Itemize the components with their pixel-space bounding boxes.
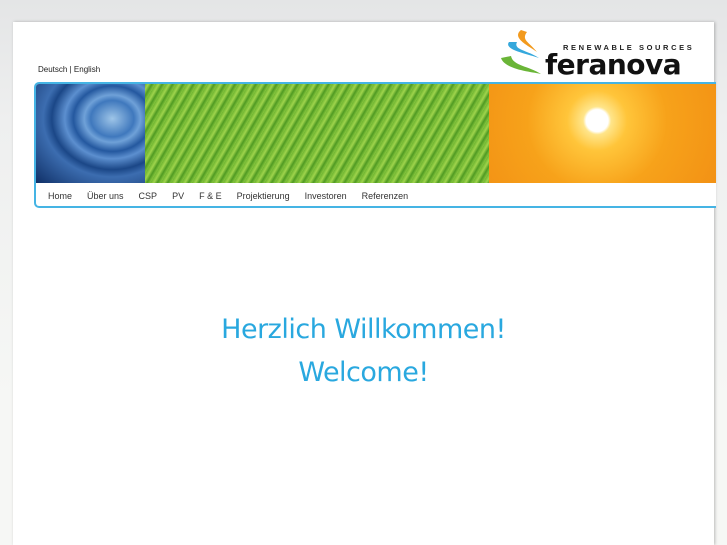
lang-deutsch[interactable]: Deutsch [38, 65, 67, 74]
feranova-logo[interactable]: RENEWABLE SOURCES feranova [499, 28, 704, 78]
welcome-german: Herzlich Willkommen! [221, 314, 506, 345]
lang-separator: | [69, 65, 72, 74]
main-nav: Home Über uns CSP PV F & E Projektierung… [36, 183, 716, 206]
lang-english[interactable]: English [74, 65, 100, 74]
water-ripple-image [36, 84, 145, 183]
nav-referenzen[interactable]: Referenzen [362, 191, 409, 201]
nav-ueber-uns[interactable]: Über uns [87, 191, 124, 201]
nav-csp[interactable]: CSP [139, 191, 158, 201]
grass-field-image [145, 84, 489, 183]
header-banner: Home Über uns CSP PV F & E Projektierung… [34, 82, 716, 208]
nav-projektierung[interactable]: Projektierung [237, 191, 290, 201]
nav-home[interactable]: Home [48, 191, 72, 201]
nav-investoren[interactable]: Investoren [305, 191, 347, 201]
welcome-english: Welcome! [298, 357, 429, 388]
nav-fue[interactable]: F & E [199, 191, 222, 201]
nav-pv[interactable]: PV [172, 191, 184, 201]
svg-text:feranova: feranova [545, 48, 681, 78]
sunset-image [489, 84, 716, 183]
page: Deutsch | English RENEWABLE SOURCES fera… [13, 22, 716, 545]
language-switcher: Deutsch | English [38, 65, 100, 74]
welcome-message: Herzlich Willkommen! Welcome! [13, 308, 714, 394]
